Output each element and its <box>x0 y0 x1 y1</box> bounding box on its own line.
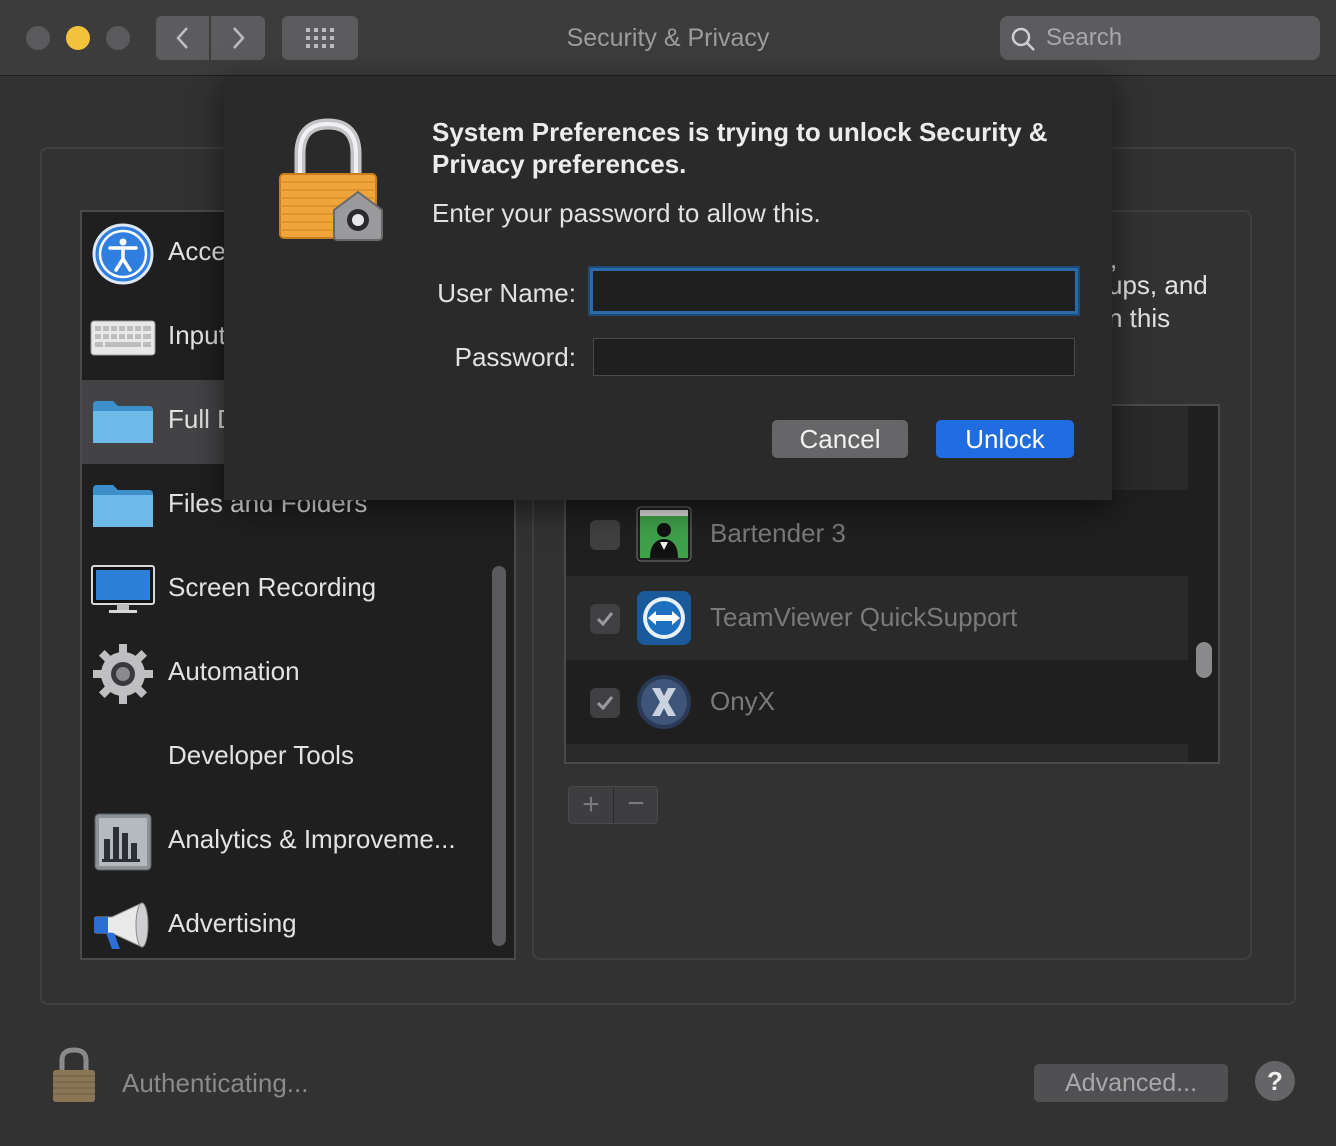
username-field[interactable] <box>590 268 1078 314</box>
checkmark-icon <box>596 696 614 711</box>
padlock-icon <box>278 118 388 242</box>
advanced-button[interactable]: Advanced... <box>1034 1064 1228 1102</box>
password-label: Password: <box>454 342 576 372</box>
bartender-icon <box>636 506 692 562</box>
authentication-status: Authenticating... <box>122 1068 309 1098</box>
lock-icon[interactable] <box>50 1046 98 1104</box>
dialog-subtitle: Enter your password to allow this. <box>432 198 821 228</box>
folder-icon <box>90 474 156 538</box>
sidebar-item-screen-recording[interactable]: Screen Recording <box>82 548 514 632</box>
app-name: Bartender 3 <box>710 518 846 548</box>
app-checkbox[interactable] <box>590 520 620 550</box>
password-field[interactable] <box>593 338 1075 376</box>
description-text-fragment: n this <box>1108 303 1171 333</box>
display-icon <box>90 558 156 622</box>
sidebar-item-automation[interactable]: Automation <box>82 632 514 716</box>
title-bar: Security & Privacy Search <box>0 0 1336 76</box>
search-placeholder: Search <box>1046 24 1123 51</box>
onyx-icon <box>636 674 692 730</box>
checkmark-icon <box>596 612 614 627</box>
add-app-button[interactable]: + <box>569 787 613 823</box>
gear-icon <box>90 642 156 706</box>
search-field[interactable]: Search <box>1000 16 1320 60</box>
folder-icon <box>90 390 156 454</box>
sidebar-item-analytics[interactable]: Analytics & Improveme... <box>82 800 514 884</box>
teamviewer-icon <box>636 590 692 646</box>
app-checkbox[interactable] <box>590 604 620 634</box>
list-item[interactable] <box>566 744 1188 762</box>
app-checkbox[interactable] <box>590 688 620 718</box>
sidebar-scrollbar[interactable] <box>492 566 506 946</box>
sidebar-item-advertising[interactable]: Advertising <box>82 884 514 958</box>
remove-app-button[interactable]: − <box>614 787 658 823</box>
description-text-fragment: ups, and <box>1108 270 1208 300</box>
sidebar-item-label: Input <box>168 320 226 350</box>
app-name: TeamViewer QuickSupport <box>710 602 1018 632</box>
sidebar-item-label: Screen Recording <box>168 572 377 602</box>
sidebar-item-developer-tools[interactable]: Developer Tools <box>82 716 514 800</box>
app-list-scrollbar[interactable] <box>1196 642 1212 678</box>
dialog-title: System Preferences is trying to unlock S… <box>432 117 1048 179</box>
cancel-button[interactable]: Cancel <box>772 420 908 458</box>
unlock-button[interactable]: Unlock <box>936 420 1074 458</box>
analytics-icon <box>90 810 156 874</box>
keyboard-icon <box>90 306 156 370</box>
accessibility-icon <box>90 222 156 286</box>
list-item[interactable]: Bartender 3 <box>566 492 1188 576</box>
app-name: OnyX <box>710 686 776 716</box>
help-button[interactable]: ? <box>1255 1061 1295 1101</box>
sidebar-item-label: Acce <box>168 236 226 266</box>
sidebar-item-label: Automation <box>168 656 300 686</box>
list-item[interactable]: TeamViewer QuickSupport <box>566 576 1188 660</box>
sidebar-item-label: Advertising <box>168 908 297 938</box>
search-icon <box>1011 27 1035 51</box>
list-item[interactable]: OnyX <box>566 660 1188 744</box>
authentication-dialog: System Preferences is trying to unlock S… <box>224 76 1112 500</box>
megaphone-icon <box>90 894 156 958</box>
sidebar-item-label: Analytics & Improveme... <box>168 824 456 854</box>
add-remove-control: + − <box>568 786 658 824</box>
sidebar-item-label: Developer Tools <box>168 740 354 770</box>
username-label: User Name: <box>437 278 576 308</box>
